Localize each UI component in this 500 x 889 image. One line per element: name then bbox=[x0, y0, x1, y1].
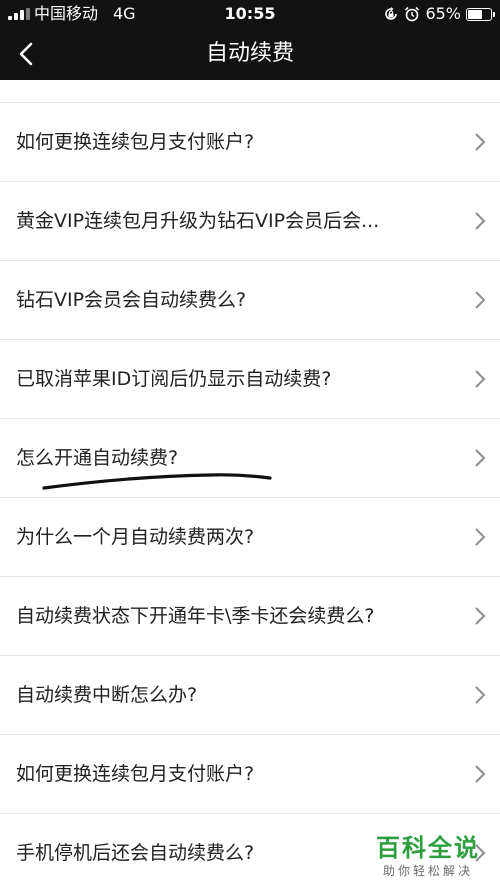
list-top-spacer bbox=[0, 80, 500, 103]
chevron-right-icon bbox=[475, 212, 486, 230]
battery-level-fill bbox=[468, 9, 483, 19]
status-bar: 中国移动 4G 10:55 65% bbox=[0, 0, 500, 28]
chevron-right-icon bbox=[475, 607, 486, 625]
faq-item-label: 自动续费中断怎么办? bbox=[16, 684, 198, 706]
page-title: 自动续费 bbox=[205, 41, 294, 66]
battery-percent: 65% bbox=[425, 4, 461, 23]
faq-item-label: 黄金VIP连续包月升级为钻石VIP会员后会... bbox=[16, 210, 380, 232]
chevron-right-icon bbox=[475, 133, 486, 151]
chevron-right-icon bbox=[475, 370, 486, 388]
chevron-right-icon bbox=[475, 686, 486, 704]
faq-list: 如何更换连续包月支付账户? 黄金VIP连续包月升级为钻石VIP会员后会... 钻… bbox=[0, 80, 500, 889]
battery-icon bbox=[466, 7, 495, 21]
faq-item[interactable]: 黄金VIP连续包月升级为钻石VIP会员后会... bbox=[0, 182, 500, 261]
chevron-right-icon bbox=[475, 449, 486, 467]
faq-item-label: 为什么一个月自动续费两次? bbox=[16, 526, 255, 548]
faq-item-label: 已取消苹果ID订阅后仍显示自动续费? bbox=[16, 368, 332, 390]
faq-item[interactable]: 钻石VIP会员会自动续费么? bbox=[0, 261, 500, 340]
faq-item-label: 如何更换连续包月支付账户? bbox=[16, 131, 255, 153]
faq-item[interactable]: 自动续费状态下开通年卡\季卡还会续费么? bbox=[0, 577, 500, 656]
chevron-right-icon bbox=[475, 844, 486, 862]
status-right-group: 65% bbox=[383, 0, 495, 28]
faq-item-label: 自动续费状态下开通年卡\季卡还会续费么? bbox=[16, 605, 375, 627]
faq-item[interactable]: 手机停机后还会自动续费么? bbox=[0, 814, 500, 889]
orientation-lock-icon bbox=[385, 7, 398, 20]
chevron-right-icon bbox=[475, 291, 486, 309]
navigation-bar: 自动续费 bbox=[0, 28, 500, 80]
faq-item[interactable]: 怎么开通自动续费? bbox=[0, 419, 500, 498]
faq-item[interactable]: 如何更换连续包月支付账户? bbox=[0, 735, 500, 814]
chevron-left-icon[interactable] bbox=[10, 36, 44, 72]
faq-item[interactable]: 为什么一个月自动续费两次? bbox=[0, 498, 500, 577]
faq-item-label: 如何更换连续包月支付账户? bbox=[16, 763, 255, 785]
chevron-right-icon bbox=[475, 765, 486, 783]
faq-item-label: 钻石VIP会员会自动续费么? bbox=[16, 289, 247, 311]
faq-item[interactable]: 已取消苹果ID订阅后仍显示自动续费? bbox=[0, 340, 500, 419]
faq-item[interactable]: 如何更换连续包月支付账户? bbox=[0, 103, 500, 182]
alarm-icon bbox=[405, 6, 420, 22]
faq-item-label: 手机停机后还会自动续费么? bbox=[16, 842, 255, 864]
faq-item[interactable]: 自动续费中断怎么办? bbox=[0, 656, 500, 735]
top-bar: 中国移动 4G 10:55 65% 自动续费 bbox=[0, 0, 500, 80]
faq-item-label: 怎么开通自动续费? bbox=[16, 447, 179, 469]
chevron-right-icon bbox=[475, 528, 486, 546]
